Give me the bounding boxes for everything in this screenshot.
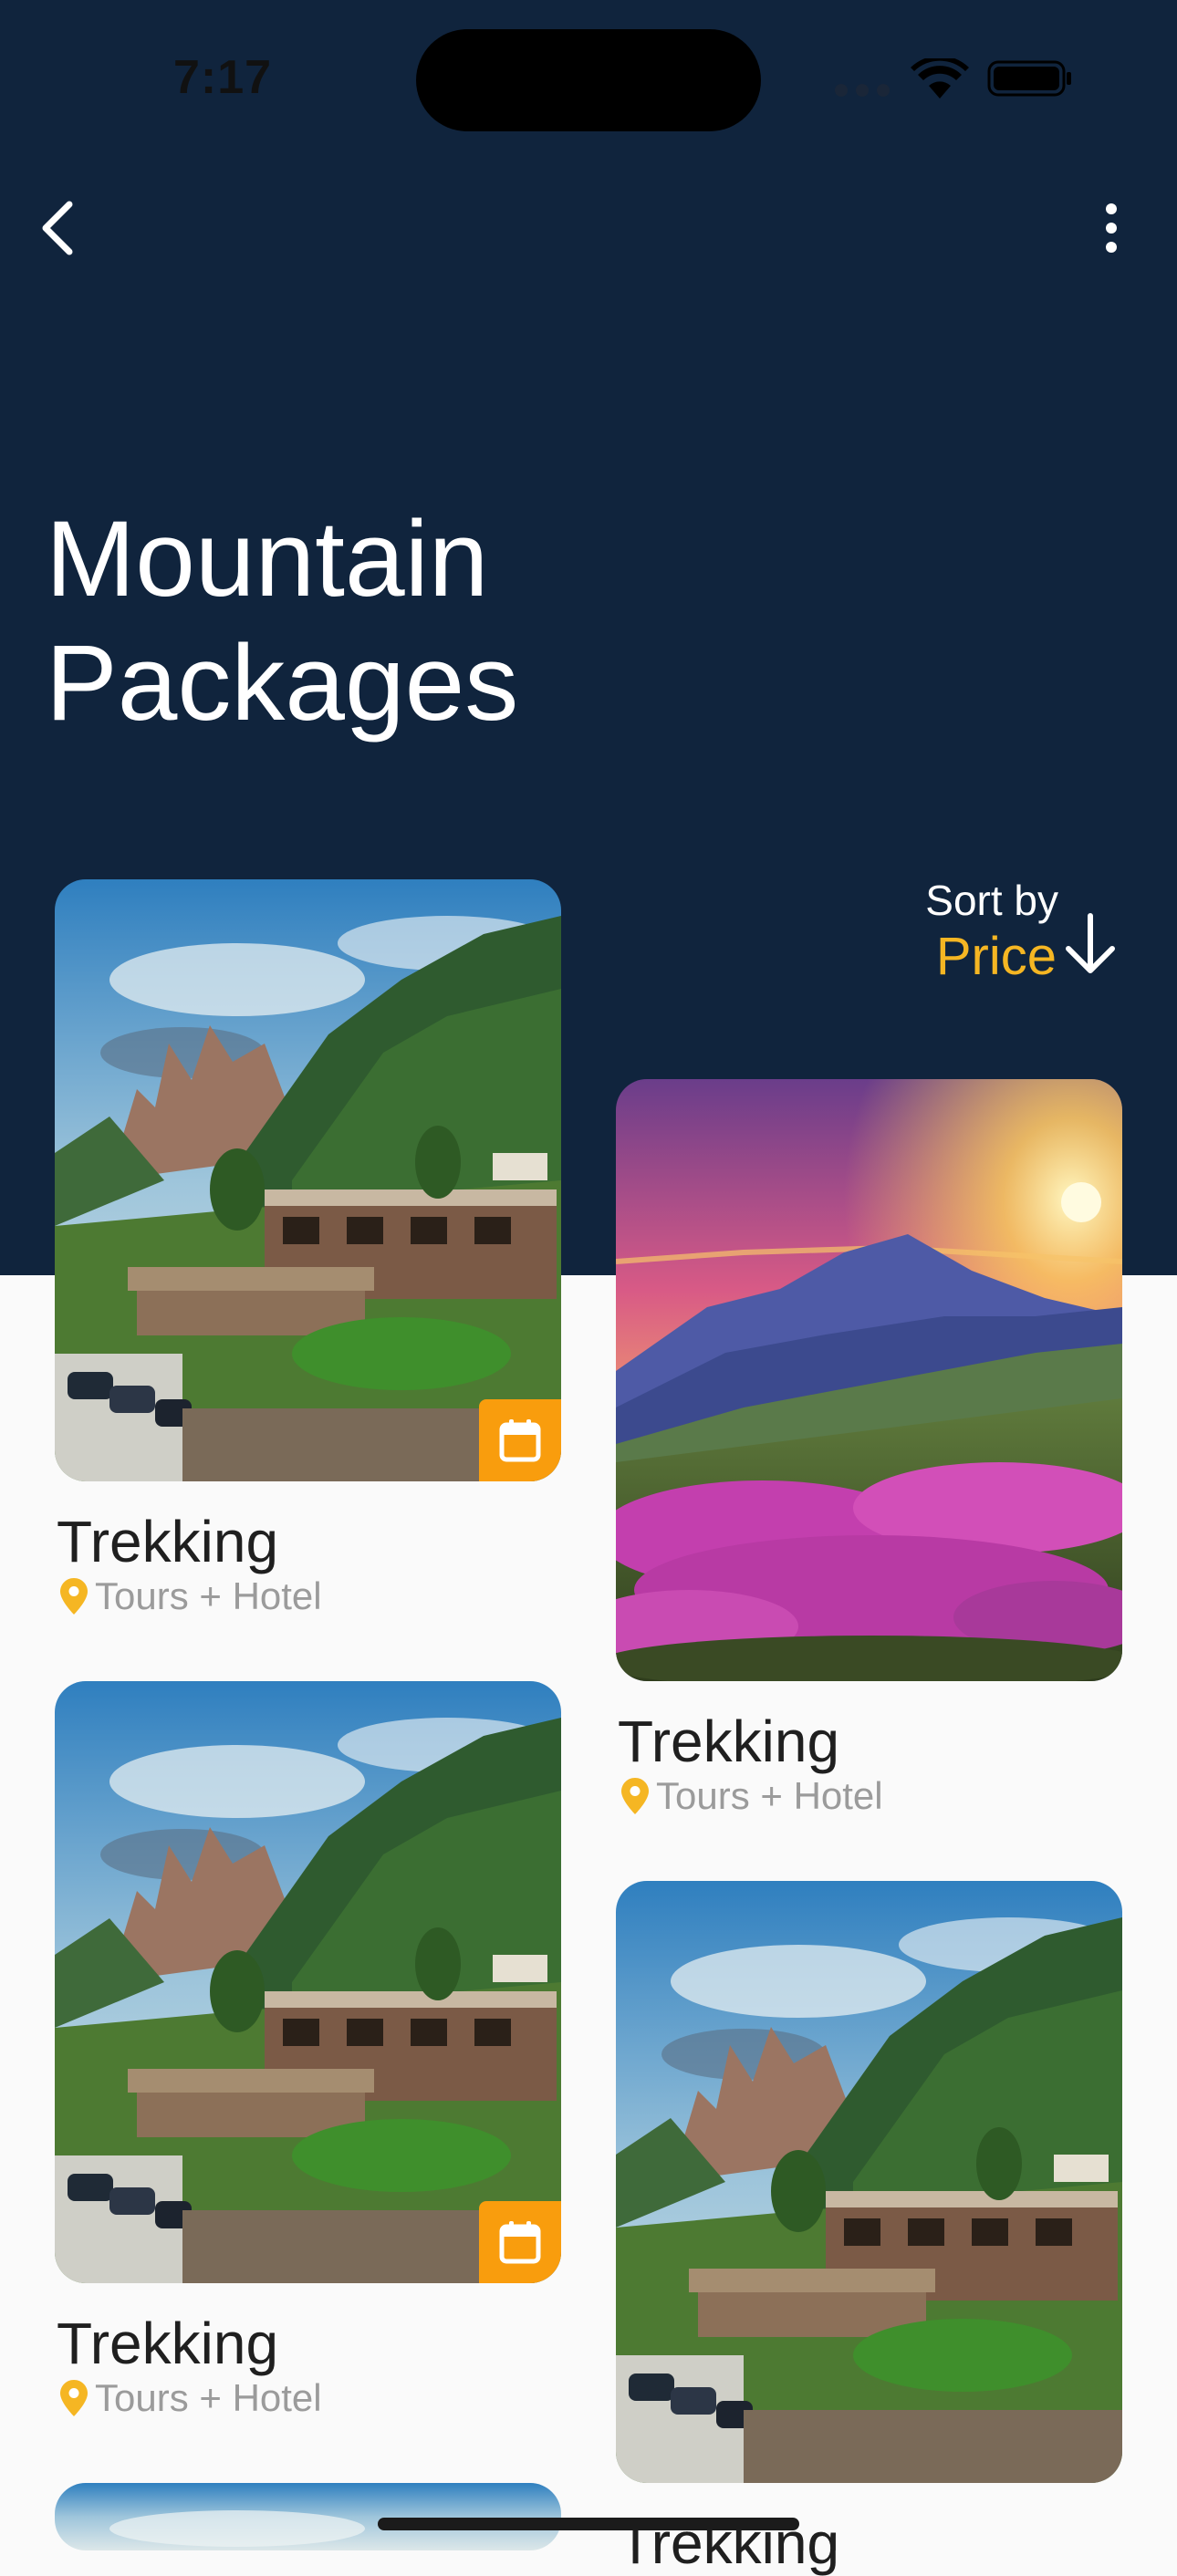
page-title-line-2: Packages [46, 623, 519, 743]
card-image [55, 879, 561, 1481]
page-title-line-1: Mountain [46, 499, 489, 619]
location-pin-icon [621, 1778, 649, 1814]
sort-value: Price [935, 927, 1057, 986]
calendar-icon [499, 2221, 541, 2264]
chevron-left-icon [42, 201, 73, 255]
sort-label: Sort by [925, 877, 1058, 924]
calendar-badge[interactable] [479, 2201, 561, 2283]
dynamic-island [416, 29, 761, 131]
top-nav [0, 182, 1177, 274]
card-title: Trekking [57, 2311, 279, 2376]
package-card[interactable]: Trekking [616, 2483, 1122, 2550]
card-subtitle-text: Tours + Hotel [656, 1774, 883, 1817]
card-image [616, 1079, 1122, 1681]
home-indicator[interactable] [378, 2518, 799, 2530]
mountain-resort-photo [55, 1681, 561, 2283]
calendar-badge[interactable] [479, 1399, 561, 1481]
mountain-resort-photo [616, 1881, 1122, 2483]
page-title: Mountain Packages [46, 497, 867, 745]
card-image [55, 1681, 561, 2283]
status-bar: 7:17 [0, 0, 1177, 155]
card-image [616, 1881, 1122, 2483]
card-subtitle-text: Tours + Hotel [95, 1574, 322, 1617]
card-subtitle: Tours + Hotel [621, 1774, 1122, 1818]
card-title: Trekking [618, 1709, 840, 1774]
card-title: Trekking [618, 2510, 840, 2550]
package-card[interactable] [55, 2483, 561, 2550]
card-subtitle-text: Tours + Hotel [95, 2376, 322, 2419]
calendar-icon [499, 1419, 541, 1462]
more-options-button[interactable] [1075, 192, 1148, 265]
arrow-down-icon [1066, 913, 1115, 973]
mountain-resort-photo [55, 2483, 561, 2550]
card-title: Trekking [57, 1509, 279, 1574]
back-button[interactable] [22, 192, 95, 265]
mountain-resort-photo [55, 879, 561, 1481]
package-card[interactable]: Trekking Tours + Hotel [55, 879, 561, 1618]
battery-icon [987, 60, 1071, 97]
wifi-icon [911, 58, 969, 99]
card-subtitle: Tours + Hotel [60, 2376, 561, 2420]
package-card[interactable]: Trekking Tours + Hotel [616, 1079, 1122, 1818]
sort-control[interactable]: Sort by Price [876, 876, 1150, 994]
card-subtitle: Tours + Hotel [60, 1574, 561, 1618]
cellular-signal-icon [835, 84, 890, 97]
card-image [55, 2483, 561, 2550]
package-card[interactable]: Trekking Tours + Hotel [55, 1681, 561, 2420]
location-pin-icon [60, 2380, 88, 2416]
more-vertical-icon [1106, 203, 1117, 253]
package-card[interactable]: Trekking [616, 1881, 1122, 2576]
location-pin-icon [60, 1578, 88, 1615]
status-time: 7:17 [173, 51, 273, 104]
sunset-flower-meadow-photo [616, 1079, 1122, 1681]
